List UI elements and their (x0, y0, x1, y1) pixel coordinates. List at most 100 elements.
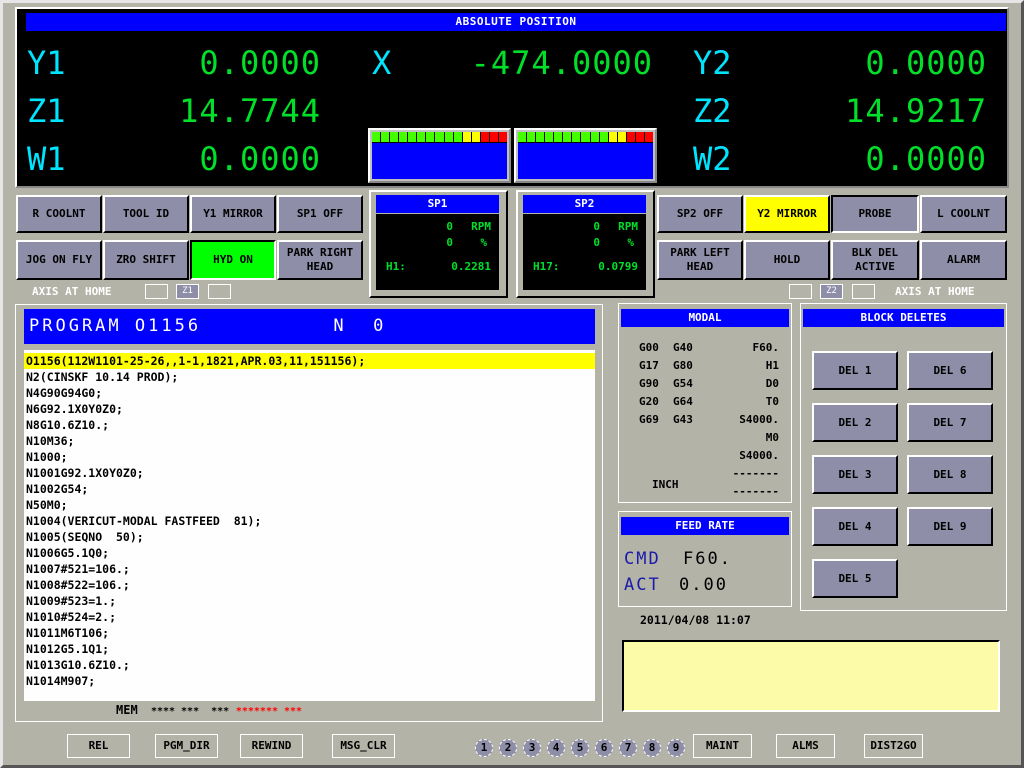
modal-value: ------- (732, 467, 779, 480)
axis-value-x: -474.0000 (470, 44, 653, 82)
hydraulics-on-button[interactable]: HYD ON (190, 240, 276, 280)
r-coolant-button[interactable]: R COOLNT (16, 195, 102, 233)
block-delete-1-button[interactable]: DEL 1 (812, 351, 898, 390)
spindle-1-load-meter (368, 128, 511, 183)
modal-value: S4000. (739, 413, 779, 426)
park-left-head-button[interactable]: PARK LEFT HEAD (657, 240, 743, 280)
maint-button[interactable]: MAINT (693, 734, 752, 758)
block-delete-2-button[interactable]: DEL 2 (812, 403, 898, 442)
axis-label-w1: W1 (27, 140, 66, 178)
program-panel: PROGRAM O1156 N 0 O1156(112W1101-25-26,,… (15, 304, 603, 722)
block-delete-active-button[interactable]: BLK DEL ACTIVE (831, 240, 919, 280)
page-3-button[interactable]: 3 (523, 739, 541, 757)
program-line[interactable]: N1002G54; (24, 481, 595, 497)
modal-g-code: G20 (639, 395, 659, 408)
program-line[interactable]: N1012G5.1Q1; (24, 641, 595, 657)
program-directory-button[interactable]: PGM_DIR (155, 734, 218, 758)
meter-segment-red (635, 132, 645, 142)
park-right-head-button[interactable]: PARK RIGHT HEAD (277, 240, 363, 280)
axis-value-y2: 0.0000 (865, 44, 987, 82)
y2-mirror-button[interactable]: Y2 MIRROR (744, 195, 830, 233)
program-line[interactable]: N1008#522=106.; (24, 577, 595, 593)
block-deletes-title: BLOCK DELETES (803, 309, 1004, 327)
zero-shift-button[interactable]: ZRO SHIFT (103, 240, 189, 280)
page-7-button[interactable]: 7 (619, 739, 637, 757)
program-listing[interactable]: O1156(112W1101-25-26,,1-1,1821,APR.03,11… (24, 350, 595, 701)
program-line[interactable]: N8G10.6Z10.; (24, 417, 595, 433)
program-line[interactable]: N1007#521=106.; (24, 561, 595, 577)
block-delete-6-button[interactable]: DEL 6 (907, 351, 993, 390)
probe-button[interactable]: PROBE (831, 195, 919, 233)
axis-label-z2: Z2 (693, 92, 732, 130)
spindle-2-h-label: H17: (533, 260, 560, 273)
block-delete-8-button[interactable]: DEL 8 (907, 455, 993, 494)
page-4-button[interactable]: 4 (547, 739, 565, 757)
program-line[interactable]: N1005(SEQNO 50); (24, 529, 595, 545)
page-2-button[interactable]: 2 (499, 739, 517, 757)
spindle-2-title: SP2 (523, 195, 646, 213)
spindle-1-panel: SP1 0 RPM 0 % H1: 0.2281 (369, 190, 508, 298)
block-delete-5-button[interactable]: DEL 5 (812, 559, 898, 598)
axis-label-z1: Z1 (27, 92, 66, 130)
meter-segment-green (390, 132, 400, 142)
program-line[interactable]: N50M0; (24, 497, 595, 513)
axis-label-w2: W2 (693, 140, 732, 178)
program-line[interactable]: N10M36; (24, 433, 595, 449)
block-delete-7-button[interactable]: DEL 7 (907, 403, 993, 442)
rewind-button[interactable]: REWIND (240, 734, 303, 758)
program-line[interactable]: N4G90G94G0; (24, 385, 595, 401)
page-5-button[interactable]: 5 (571, 739, 589, 757)
block-delete-4-button[interactable]: DEL 4 (812, 507, 898, 546)
program-line[interactable]: N1000; (24, 449, 595, 465)
axis-value-w1: 0.0000 (199, 140, 321, 178)
l-coolant-button[interactable]: L COOLNT (920, 195, 1007, 233)
program-line[interactable]: N1004(VERICUT-MODAL FASTFEED 81); (24, 513, 595, 529)
modal-g-row: G17 G80 (639, 357, 707, 375)
spindle-2-percent-unit: % (627, 236, 634, 249)
block-delete-3-button[interactable]: DEL 3 (812, 455, 898, 494)
meter-segment-green (399, 132, 409, 142)
program-line[interactable]: N1014M907; (24, 673, 595, 689)
sp2-off-button[interactable]: SP2 OFF (657, 195, 743, 233)
cmd-value: F60. (683, 549, 732, 569)
block-delete-9-button[interactable]: DEL 9 (907, 507, 993, 546)
sp1-off-button[interactable]: SP1 OFF (277, 195, 363, 233)
meter-segment-yellow (471, 132, 481, 142)
modal-g-code: G69 (639, 413, 659, 426)
hold-button[interactable]: HOLD (744, 240, 830, 280)
axis-label-y2: Y2 (693, 44, 732, 82)
program-line[interactable]: N1006G5.1Q0; (24, 545, 595, 561)
page-6-button[interactable]: 6 (595, 739, 613, 757)
program-line[interactable]: N1009#523=1.; (24, 593, 595, 609)
tool-id-button[interactable]: TOOL ID (103, 195, 189, 233)
page-9-button[interactable]: 9 (667, 739, 685, 757)
meter-segment-green (536, 132, 546, 142)
meter-segment-green (599, 132, 609, 142)
page-8-button[interactable]: 8 (643, 739, 661, 757)
jog-on-fly-button[interactable]: JOG ON FLY (16, 240, 102, 280)
axis-label-y1: Y1 (27, 44, 66, 82)
meter-segment-green (426, 132, 436, 142)
mem-status: **** *** *** (150, 706, 230, 717)
alarm-button[interactable]: ALARM (920, 240, 1007, 280)
modal-g-code: G64 (673, 395, 693, 408)
program-line-current[interactable]: O1156(112W1101-25-26,,1-1,1821,APR.03,11… (24, 353, 595, 369)
meter-segment-green (381, 132, 391, 142)
program-line[interactable]: N6G92.1X0Y0Z0; (24, 401, 595, 417)
program-line[interactable]: N1001G92.1X0Y0Z0; (24, 465, 595, 481)
page-1-button[interactable]: 1 (475, 739, 493, 757)
meter-segment-green (581, 132, 591, 142)
program-line[interactable]: N1011M6T106; (24, 625, 595, 641)
program-line[interactable]: N1013G10.6Z10.; (24, 657, 595, 673)
distance-to-go-button[interactable]: DIST2GO (864, 734, 923, 758)
rel-button[interactable]: REL (67, 734, 130, 758)
y1-mirror-button[interactable]: Y1 MIRROR (190, 195, 276, 233)
spindle-2-rpm: 0 (593, 220, 600, 233)
alarms-button[interactable]: ALMS (776, 734, 835, 758)
axis-value-y1: 0.0000 (199, 44, 321, 82)
program-line[interactable]: N2(CINSKF 10.14 PROD); (24, 369, 595, 385)
meter-segment-green (563, 132, 573, 142)
home-indicator-empty (208, 284, 231, 299)
message-clear-button[interactable]: MSG_CLR (332, 734, 395, 758)
program-line[interactable]: N1010#524=2.; (24, 609, 595, 625)
